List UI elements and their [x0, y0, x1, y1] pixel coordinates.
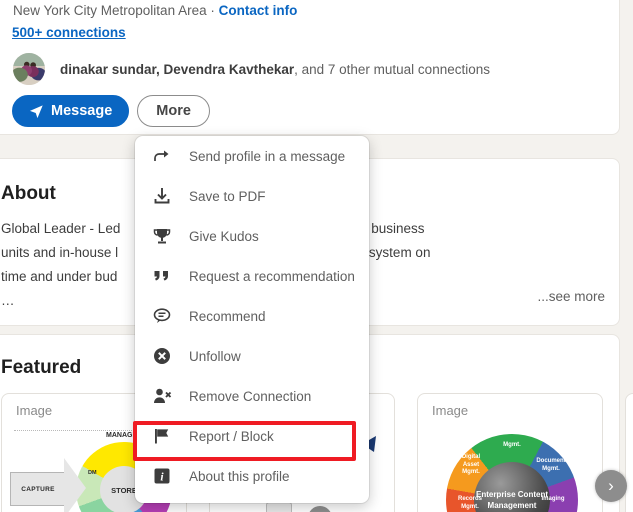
about-line-1-left: Global Leader - Led: [1, 221, 121, 236]
profile-location: New York City Metropolitan Area: [13, 3, 207, 18]
menu-item-label: Save to PDF: [189, 188, 266, 204]
message-button[interactable]: Message: [12, 95, 130, 127]
menu-item-label: Unfollow: [189, 348, 241, 364]
message-button-label: Message: [51, 103, 113, 119]
info-icon: i: [151, 465, 173, 487]
speech-bubble-icon: [151, 305, 173, 327]
menu-item-label: Recommend: [189, 308, 266, 324]
send-plane-icon: [29, 104, 43, 118]
about-section-title: About: [1, 183, 56, 204]
records-mgmt-label: Records Mgmt.: [457, 496, 482, 510]
menu-item-label: Send profile in a message: [189, 148, 346, 164]
menu-item-label: Give Kudos: [189, 228, 259, 244]
quote-icon: [151, 265, 173, 287]
mutual-suffix: , and 7 other mutual connections: [294, 61, 490, 77]
menu-item-label: Request a recommendation: [189, 268, 355, 284]
connections-link[interactable]: 500+ connections: [12, 25, 126, 40]
flag-icon: [151, 425, 173, 447]
see-more-link[interactable]: ...see more: [537, 289, 605, 304]
menu-item-give-kudos[interactable]: Give Kudos: [135, 216, 369, 256]
document-icon: [266, 502, 292, 512]
gear-icon: [308, 506, 332, 512]
location-separator: ·: [206, 3, 219, 18]
featured-item-thumbnail: Enterprise Content Management Mgmt. Docu…: [418, 428, 602, 512]
profile-action-buttons: Message More: [12, 95, 210, 127]
mutual-connections-avatar: [12, 52, 46, 86]
featured-next-button[interactable]: ›: [595, 470, 627, 502]
chevron-right-icon: ›: [608, 476, 614, 495]
mutual-names: dinakar sundar, Devendra Kavthekar: [60, 61, 295, 77]
mutual-connections[interactable]: dinakar sundar, Devendra Kavthekar, and …: [12, 52, 490, 86]
featured-item[interactable]: I: [625, 393, 633, 512]
profile-location-row: New York City Metropolitan Area · Contac…: [13, 3, 297, 18]
more-button-label: More: [156, 103, 191, 119]
mgmt-label: Mgmt.: [503, 442, 521, 448]
linkedin-profile-page: New York City Metropolitan Area · Contac…: [0, 0, 633, 512]
person-remove-icon: [151, 385, 173, 407]
trophy-icon: [151, 225, 173, 247]
x-circle-icon: [151, 345, 173, 367]
about-line-2-left: units and in-house l: [1, 245, 119, 260]
menu-item-recommend[interactable]: Recommend: [135, 296, 369, 336]
menu-item-send-profile[interactable]: Send profile in a message: [135, 136, 369, 176]
document-mgmt-label: Document Mgmt.: [536, 458, 566, 472]
menu-item-about-this-profile[interactable]: i About this profile: [135, 456, 369, 496]
menu-item-save-to-pdf[interactable]: Save to PDF: [135, 176, 369, 216]
share-arrow-icon: [151, 145, 173, 167]
menu-item-label: About this profile: [189, 468, 290, 484]
dm-label: DM: [88, 470, 97, 476]
featured-item-label: Image: [432, 403, 469, 418]
menu-item-report-block[interactable]: Report / Block: [135, 416, 369, 456]
manage-label: MANAGE: [106, 432, 138, 439]
menu-item-label: Report / Block: [189, 428, 274, 444]
more-actions-dropdown: Send profile in a message Save to PDF Gi…: [135, 136, 369, 503]
imaging-label: Imaging: [541, 496, 565, 502]
digital-asset-mgmt-label: Digital Asset Mgmt.: [461, 454, 481, 475]
download-icon: [151, 185, 173, 207]
featured-item-thumbnail: [626, 428, 633, 512]
featured-section-title: Featured: [1, 357, 82, 378]
menu-item-request-recommendation[interactable]: Request a recommendation: [135, 256, 369, 296]
featured-item[interactable]: Image Enterprise Content Management Mgmt…: [417, 393, 603, 512]
more-button[interactable]: More: [137, 95, 210, 127]
menu-item-remove-connection[interactable]: Remove Connection: [135, 376, 369, 416]
menu-item-unfollow[interactable]: Unfollow: [135, 336, 369, 376]
menu-item-label: Remove Connection: [189, 388, 312, 404]
contact-info-link[interactable]: Contact info: [219, 3, 298, 18]
capture-label: CAPTURE: [10, 472, 66, 506]
mutual-connections-label: dinakar sundar, Devendra Kavthekar, and …: [60, 62, 490, 77]
featured-item-label: Image: [16, 403, 53, 418]
